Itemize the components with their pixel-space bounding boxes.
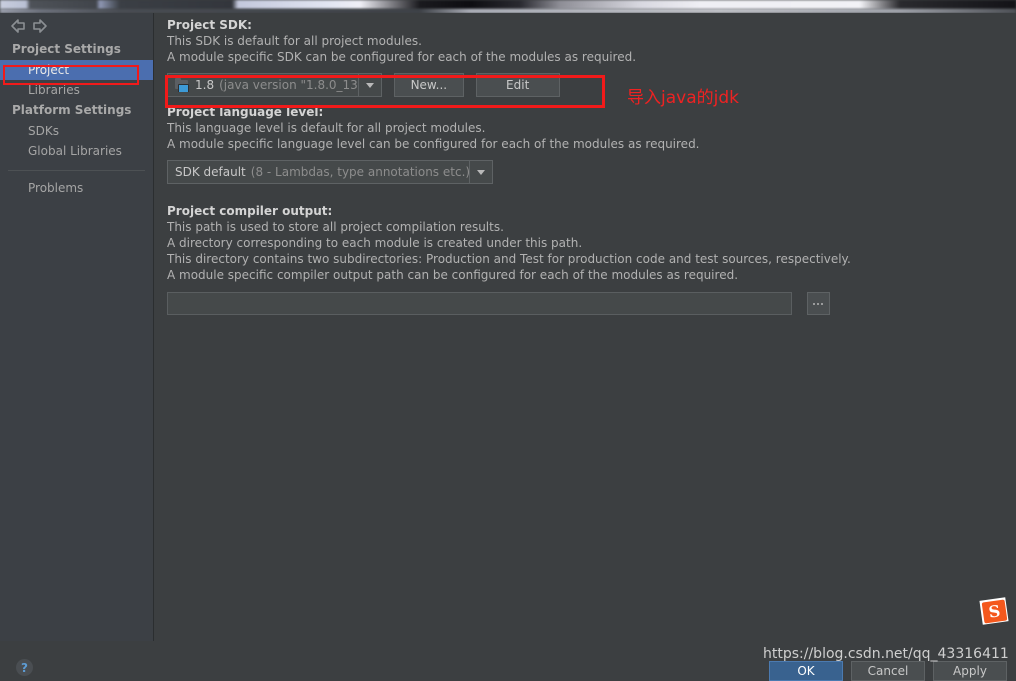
sogou-logo-letter: S [981,599,1008,624]
language-level-value: SDK default [175,165,246,179]
language-level-combo[interactable]: SDK default (8 - Lambdas, type annotatio… [167,160,493,184]
sogou-logo: S [979,597,1011,626]
language-level-desc-1: This language level is default for all p… [167,121,486,135]
project-sdk-desc-1: This SDK is default for all project modu… [167,34,422,48]
compiler-output-controls-row [167,292,851,315]
blurred-window-titlebar [0,0,1016,9]
edit-sdk-button[interactable]: Edit [475,73,560,97]
question-mark-icon[interactable]: ? [16,659,33,676]
project-sdk-combo[interactable]: 1.8 (java version "1.8.0_131") [167,73,382,97]
sidebar-item-global-libraries[interactable]: Global Libraries [0,141,153,161]
language-level-combo-text: SDK default (8 - Lambdas, type annotatio… [168,165,469,179]
sidebar-item-libraries[interactable]: Libraries [0,80,153,100]
project-language-level-section: Project language level: This language le… [167,104,700,184]
compiler-output-path-input[interactable] [167,292,792,315]
sdk-folder-icon [175,78,190,92]
project-sdk-controls-row: 1.8 (java version "1.8.0_131") New... Ed… [167,73,636,97]
annotation-note-text: 导入java的jdk [627,88,739,108]
compiler-output-desc-3: This directory contains two subdirectori… [167,252,851,266]
sidebar-nav-bar [0,13,153,39]
project-sdk-value: 1.8 [195,78,215,92]
sidebar-group-platform-settings: Platform Settings [12,103,132,117]
compiler-output-desc-4: A module specific compiler output path c… [167,268,739,282]
compiler-output-heading: Project compiler output: [167,204,333,218]
compiler-output-desc-1: This path is used to store all project c… [167,220,504,234]
arrow-left-icon[interactable] [8,17,28,35]
language-level-detail: (8 - Lambdas, type annotations etc.) [250,165,469,179]
project-sdk-detail: (java version "1.8.0_131") [219,78,358,92]
project-settings-panel: Project SDK: This SDK is default for all… [154,13,1016,641]
settings-sidebar: Project Settings Project Libraries Platf… [0,13,154,641]
ok-button[interactable]: OK [769,661,843,681]
chevron-down-icon[interactable] [469,161,492,183]
compiler-output-desc-2: A directory corresponding to each module… [167,236,583,250]
language-level-heading: Project language level: [167,105,324,119]
sidebar-item-problems[interactable]: Problems [0,178,153,198]
language-level-controls-row: SDK default (8 - Lambdas, type annotatio… [167,160,700,184]
arrow-right-icon[interactable] [30,17,50,35]
project-sdk-section: Project SDK: This SDK is default for all… [167,17,636,97]
apply-button[interactable]: Apply [933,661,1007,681]
project-sdk-desc-2: A module specific SDK can be configured … [167,50,637,64]
sidebar-item-sdks[interactable]: SDKs [0,121,153,141]
browse-compiler-output-button[interactable] [806,292,830,315]
chevron-down-icon[interactable] [358,74,381,96]
project-compiler-output-section: Project compiler output: This path is us… [167,203,851,315]
project-sdk-heading: Project SDK: [167,18,252,32]
watermark-url: https://blog.csdn.net/qq_43316411 [763,646,1009,662]
cancel-button[interactable]: Cancel [851,661,925,681]
sidebar-item-project[interactable]: Project [0,60,153,80]
new-sdk-button[interactable]: New... [393,73,464,97]
project-sdk-combo-text: 1.8 (java version "1.8.0_131") [168,78,358,92]
language-level-desc-2: A module specific language level can be … [167,137,700,151]
project-structure-dialog: Project Settings Project Libraries Platf… [0,13,1016,641]
sidebar-group-project-settings: Project Settings [12,42,121,56]
sidebar-divider [8,170,145,171]
